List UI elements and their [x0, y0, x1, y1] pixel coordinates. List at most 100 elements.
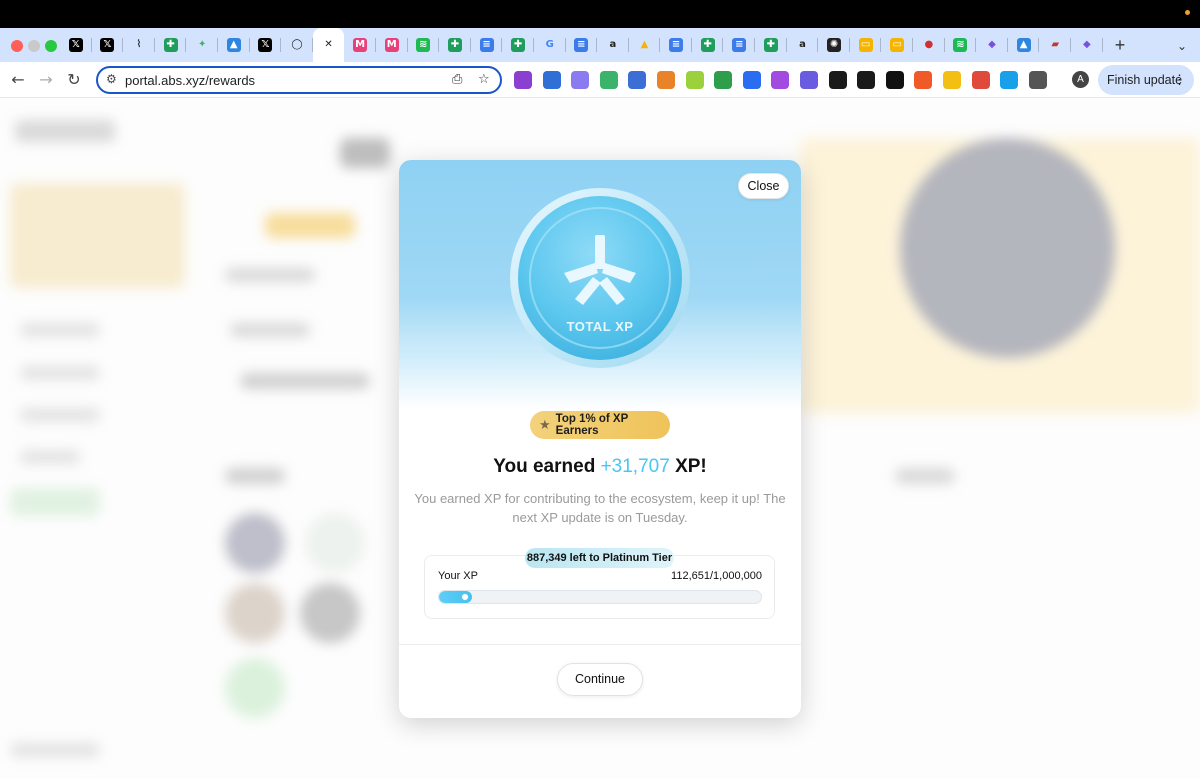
browser-tab[interactable]: ● [913, 28, 945, 62]
k-ext-icon[interactable] [742, 71, 761, 89]
profile-avatar[interactable]: A [1072, 71, 1089, 88]
cube-icon: ◆ [988, 39, 996, 50]
purple-bird-ext-icon[interactable] [571, 71, 590, 89]
url-text[interactable]: portal.abs.xyz/rewards [125, 73, 255, 88]
browser-tab[interactable]: ⌇ [123, 28, 155, 62]
kebab-menu-icon[interactable]: ⋮ [1173, 65, 1186, 95]
window-close-icon[interactable] [11, 40, 23, 52]
back-arrow-icon[interactable]: ← [8, 70, 28, 90]
earned-heading: You earned +31,707 XP! [399, 456, 801, 478]
x-icon: 𝕏 [258, 38, 273, 52]
bookmark-star-icon[interactable]: ☆ [478, 72, 490, 87]
headphones-ext-icon[interactable] [514, 71, 532, 89]
browser-tab[interactable]: ≡ [566, 28, 598, 62]
browser-tab[interactable]: a [787, 28, 819, 62]
browser-tab[interactable]: ◯ [281, 28, 313, 62]
broom-icon: ⌇ [136, 39, 142, 50]
green-leaf-ext-icon[interactable] [685, 71, 704, 89]
docs-icon: ≡ [732, 38, 747, 52]
shield-ext-icon[interactable] [628, 71, 647, 89]
reload-icon[interactable]: ↻ [64, 70, 84, 90]
browser-tab[interactable]: ▭ [850, 28, 882, 62]
window-minimize-icon[interactable] [28, 40, 40, 52]
game-ext-icon[interactable] [857, 71, 876, 89]
browser-tab[interactable]: ▭ [881, 28, 914, 62]
orange-ext-icon[interactable] [914, 71, 933, 89]
browser-tab[interactable]: 𝕏 [250, 28, 282, 62]
openai-icon: ✺ [827, 38, 842, 52]
puzzle-ext-icon[interactable] [1028, 71, 1047, 89]
browser-tab[interactable]: ▲ [1008, 28, 1040, 62]
browser-tab[interactable]: ✚ [502, 28, 534, 62]
browser-tab[interactable]: ≡ [723, 28, 756, 62]
browser-tab[interactable]: M [376, 28, 408, 62]
browser-tab[interactable]: ✚ [692, 28, 724, 62]
finish-update-button[interactable]: Finish update ⋮ [1098, 65, 1194, 95]
google-icon: G [545, 39, 554, 50]
p-ext-icon[interactable] [885, 71, 904, 89]
sheets-icon: ✚ [700, 38, 715, 52]
browser-tab[interactable]: ✚ [755, 28, 787, 62]
browser-tab[interactable]: ≡ [660, 28, 692, 62]
browser-tab[interactable]: M [344, 28, 376, 62]
ring-icon: ◯ [291, 39, 303, 50]
docs-icon: ≡ [479, 38, 494, 52]
browser-tab[interactable]: ✦ [186, 28, 218, 62]
browser-tab[interactable]: ≋ [945, 28, 977, 62]
browser-tab[interactable]: ✚ [439, 28, 471, 62]
blue-v-ext-icon[interactable] [1000, 71, 1019, 89]
close-button[interactable]: Close [738, 173, 789, 199]
finish-update-label: Finish update [1107, 73, 1183, 87]
top-earner-badge: ★ Top 1% of XP Earners [530, 411, 670, 439]
browser-tab[interactable]: ◆ [976, 28, 1008, 62]
browser-tab[interactable]: ◆ [1071, 28, 1103, 62]
browser-tab[interactable]: a [597, 28, 629, 62]
install-app-icon[interactable]: ⎙ [452, 72, 462, 87]
browser-tab[interactable]: ▲ [629, 28, 661, 62]
alx-icon: a [799, 39, 806, 50]
xp-reward-modal: TOTAL XP Close ★ Top 1% of XP Earners Yo… [399, 160, 801, 718]
modal-divider [399, 644, 801, 645]
black-shield-ext-icon[interactable] [828, 71, 847, 89]
browser-tab[interactable]: ✚ [155, 28, 187, 62]
browser-tab[interactable]: ▲ [218, 28, 250, 62]
phantom-ext-icon[interactable] [799, 71, 818, 89]
menu-strip [0, 0, 1200, 28]
browser-tab[interactable]: G [534, 28, 566, 62]
site-settings-icon[interactable]: ⚙ [106, 72, 117, 86]
modal-hero: TOTAL XP Close [399, 160, 801, 410]
green-leaf-icon: ✦ [197, 39, 207, 50]
sheets-icon: ✚ [763, 38, 778, 52]
browser-tab[interactable]: 𝕏 [92, 28, 124, 62]
frog-ext-icon[interactable] [599, 71, 618, 89]
yellow-s-ext-icon[interactable] [942, 71, 961, 89]
blue-square-ext-icon[interactable] [542, 71, 561, 89]
star-icon: ★ [539, 417, 551, 433]
browser-tab[interactable]: ≋ [408, 28, 440, 62]
browser-tab[interactable]: ▰ [1039, 28, 1071, 62]
tab-search-chevron-icon[interactable]: ⌄ [1172, 36, 1192, 56]
blue-drop-icon: ▲ [226, 38, 241, 52]
xp-value: 112,651/1,000,000 [671, 570, 762, 582]
continue-button[interactable]: Continue [557, 663, 643, 696]
record-icon: ● [924, 39, 934, 50]
address-bar[interactable]: ⚙ portal.abs.xyz/rewards ⎙ ☆ [96, 66, 502, 94]
purple-gear-ext-icon[interactable] [771, 71, 790, 89]
window-zoom-icon[interactable] [45, 40, 57, 52]
tab-bar: 𝕏 𝕏 ⌇ ✚ ✦ ▲ 𝕏 ◯ ✕ M M ≋ ✚ ≡ ✚ G ≡ a ▲ ≡ ✚ ≡ ✚ a ✺ ▭ ▭ ● ≋ ◆ ▲ ▰ ◆ + ⌄ [0, 28, 1200, 62]
green-circle-ext-icon[interactable] [714, 71, 733, 89]
metamask-ext-icon[interactable] [656, 71, 675, 89]
forward-arrow-icon[interactable]: → [36, 70, 56, 90]
browser-tab[interactable]: 𝕏 [60, 28, 92, 62]
x-icon: 𝕏 [68, 38, 83, 52]
new-tab-button[interactable]: + [1110, 35, 1130, 55]
browser-tab[interactable]: ≡ [471, 28, 503, 62]
docs-icon: ≡ [669, 38, 684, 52]
lock-ext-icon[interactable] [971, 71, 990, 89]
docs-icon: ≡ [574, 38, 589, 52]
browser-tab[interactable]: ✺ [818, 28, 850, 62]
earned-prefix: You earned [493, 456, 601, 477]
earned-amount: +31,707 [600, 456, 670, 477]
spotify-icon: ≋ [416, 38, 431, 52]
browser-tab[interactable]: ✕ [312, 28, 345, 62]
